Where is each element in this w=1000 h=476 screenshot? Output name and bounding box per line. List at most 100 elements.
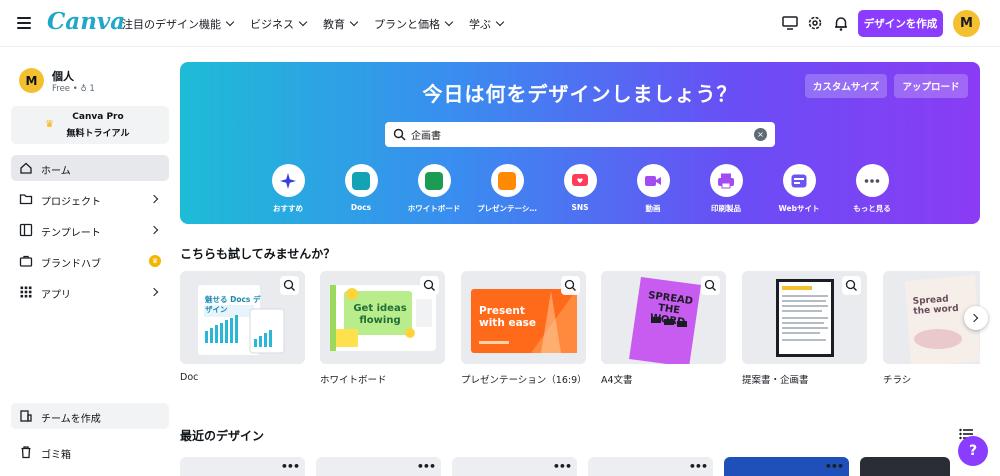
avatar[interactable]: M <box>953 10 980 37</box>
building-icon <box>20 410 32 422</box>
nav-business[interactable]: ビジネス <box>250 16 308 32</box>
category-icon-circle <box>490 164 524 197</box>
nav-label: 注目のデザイン機能 <box>122 17 221 31</box>
more-options-icon[interactable]: ••• <box>825 460 844 473</box>
create-design-button[interactable]: デザインを作成 <box>858 10 943 37</box>
more-options-icon[interactable]: ••• <box>553 460 572 473</box>
category-docs[interactable]: Docs <box>325 164 397 212</box>
search-icon <box>564 279 576 291</box>
flyer-thumb-text: Spread the word <box>912 294 959 317</box>
recent-design-thumb[interactable]: ••• <box>180 457 305 476</box>
docs-icon <box>352 171 370 190</box>
category-label: ホワイトボード <box>407 204 461 213</box>
nav-learn[interactable]: 学ぶ <box>469 16 505 32</box>
printer-icon <box>718 173 734 188</box>
sidebar-item-home[interactable]: ホーム <box>11 155 169 181</box>
custom-size-button[interactable]: カスタムサイズ <box>805 74 887 98</box>
sidebar-item-projects[interactable]: プロジェクト <box>11 186 169 212</box>
main-nav: 注目のデザイン機能 ビジネス 教育 プランと価格 学ぶ <box>122 0 505 47</box>
card-label: Doc <box>180 372 199 383</box>
presentation-icon <box>498 171 516 190</box>
chevron-right-icon <box>149 225 159 235</box>
category-icon-circle <box>417 164 451 197</box>
card-search-button[interactable] <box>701 276 720 295</box>
category-presentation[interactable]: プレゼンテーシ… <box>471 164 543 214</box>
card-label: 提案書・企画書 <box>742 375 809 386</box>
recent-section-title: 最近のデザイン <box>180 429 265 443</box>
sidebar-item-trash[interactable]: ゴミ箱 <box>11 439 169 465</box>
video-camera-icon <box>645 175 661 186</box>
account-name[interactable]: 個人 <box>52 68 74 84</box>
apps-grid-icon <box>20 286 32 298</box>
card-doc[interactable]: 魅せる Docs デザイン <box>180 271 305 364</box>
card-search-button[interactable] <box>561 276 580 295</box>
card-search-button[interactable] <box>280 276 299 295</box>
gear-icon[interactable] <box>806 14 824 32</box>
chevron-down-icon <box>349 17 359 27</box>
card-search-button[interactable] <box>842 276 861 295</box>
recent-design-thumb[interactable]: ••• <box>588 457 713 476</box>
category-label: SNS <box>571 203 589 212</box>
account-avatar[interactable]: M <box>19 68 44 93</box>
recent-design-thumb[interactable] <box>860 457 950 476</box>
nav-education[interactable]: 教育 <box>323 16 359 32</box>
canva-logo[interactable]: Canva <box>47 8 125 35</box>
nav-features[interactable]: 注目のデザイン機能 <box>122 16 235 32</box>
create-team-button[interactable]: チームを作成 <box>11 403 169 429</box>
nav-label: プランと価格 <box>374 17 440 31</box>
upload-button[interactable]: アップロード <box>894 74 968 98</box>
presentation-thumb-text: Present with ease <box>479 305 537 329</box>
sidebar: M 個人 Free • ♁ 1 ♛ Canva Pro 無料トライアル ホーム … <box>0 48 180 476</box>
recent-design-thumb[interactable]: ••• <box>452 457 577 476</box>
card-a4-document[interactable]: SPREAD THE WORD <box>601 271 726 364</box>
top-bar: Canva 注目のデザイン機能 ビジネス 教育 プランと価格 学ぶ デザインを作… <box>0 0 1000 47</box>
card-search-button[interactable] <box>420 276 439 295</box>
category-icon-circle <box>782 164 816 197</box>
search-icon <box>283 279 295 291</box>
carousel-next-button[interactable] <box>964 306 988 330</box>
category-icon-circle <box>855 164 889 197</box>
category-icon-circle <box>344 164 378 197</box>
category-website[interactable]: Webサイト <box>763 164 835 214</box>
desktop-app-icon[interactable] <box>781 14 799 32</box>
chevron-down-icon <box>444 17 454 27</box>
pro-trial-button[interactable]: ♛ Canva Pro 無料トライアル <box>11 106 169 144</box>
category-print[interactable]: 印刷製品 <box>690 164 762 214</box>
recent-design-thumb[interactable]: ••• <box>316 457 441 476</box>
bell-icon[interactable] <box>832 14 850 32</box>
sidebar-item-apps[interactable]: アプリ <box>11 279 169 305</box>
card-whiteboard[interactable]: Get ideas flowing <box>320 271 445 364</box>
hamburger-menu-icon[interactable] <box>17 14 31 30</box>
chevron-down-icon <box>298 17 308 27</box>
search-input[interactable] <box>411 124 751 145</box>
category-icon-circle <box>563 164 597 197</box>
category-more[interactable]: もっと見る <box>836 164 908 214</box>
more-dots-icon <box>864 178 880 183</box>
template-icon <box>19 223 33 237</box>
recent-design-thumb[interactable]: ••• <box>724 457 849 476</box>
category-label: もっと見る <box>853 204 891 213</box>
try-section-title: こちらも試してみませんか？ <box>180 247 336 261</box>
help-button[interactable]: ? <box>958 436 988 466</box>
category-recommended[interactable]: おすすめ <box>252 164 324 214</box>
category-whiteboard[interactable]: ホワイトボード <box>398 164 470 214</box>
card-proposal[interactable] <box>742 271 867 364</box>
whiteboard-icon <box>425 171 443 190</box>
category-video[interactable]: 動画 <box>617 164 689 214</box>
search-icon <box>423 279 435 291</box>
sidebar-item-brand-hub[interactable]: ブランドハブ ♛ <box>11 248 169 274</box>
more-options-icon[interactable]: ••• <box>689 460 708 473</box>
more-options-icon[interactable]: ••• <box>417 460 436 473</box>
card-presentation[interactable]: Present with ease <box>461 271 586 364</box>
sidebar-item-templates[interactable]: テンプレート <box>11 217 169 243</box>
search-box: × <box>385 122 775 147</box>
category-sns[interactable]: SNS <box>544 164 616 212</box>
clear-icon[interactable]: × <box>754 128 767 141</box>
category-label: Webサイト <box>778 204 820 213</box>
card-label: A4文書 <box>601 375 633 386</box>
search-icon <box>393 128 406 141</box>
category-label: 印刷製品 <box>711 204 741 213</box>
more-options-icon[interactable]: ••• <box>281 460 300 473</box>
nav-pricing[interactable]: プランと価格 <box>374 16 454 32</box>
chevron-down-icon <box>225 17 235 27</box>
